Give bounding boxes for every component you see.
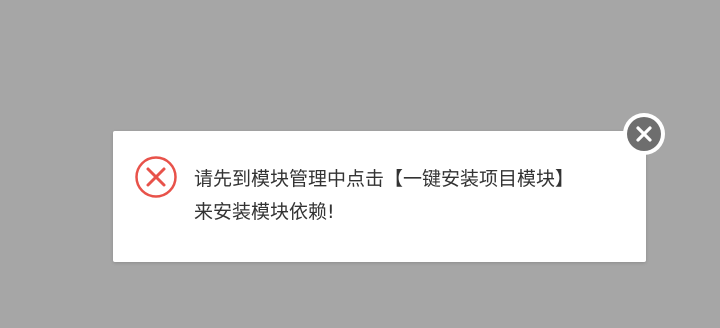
- error-x-circle-icon: [134, 155, 178, 199]
- error-dialog: 请先到模块管理中点击【一键安装项目模块】 来安装模块依赖!: [113, 131, 646, 262]
- close-icon: [636, 126, 652, 142]
- dialog-message: 请先到模块管理中点击【一键安装项目模块】 来安装模块依赖!: [194, 163, 624, 229]
- close-button[interactable]: [623, 113, 665, 155]
- dialog-message-line-1: 请先到模块管理中点击【一键安装项目模块】: [194, 168, 575, 190]
- dialog-message-line-2: 来安装模块依赖!: [194, 201, 335, 223]
